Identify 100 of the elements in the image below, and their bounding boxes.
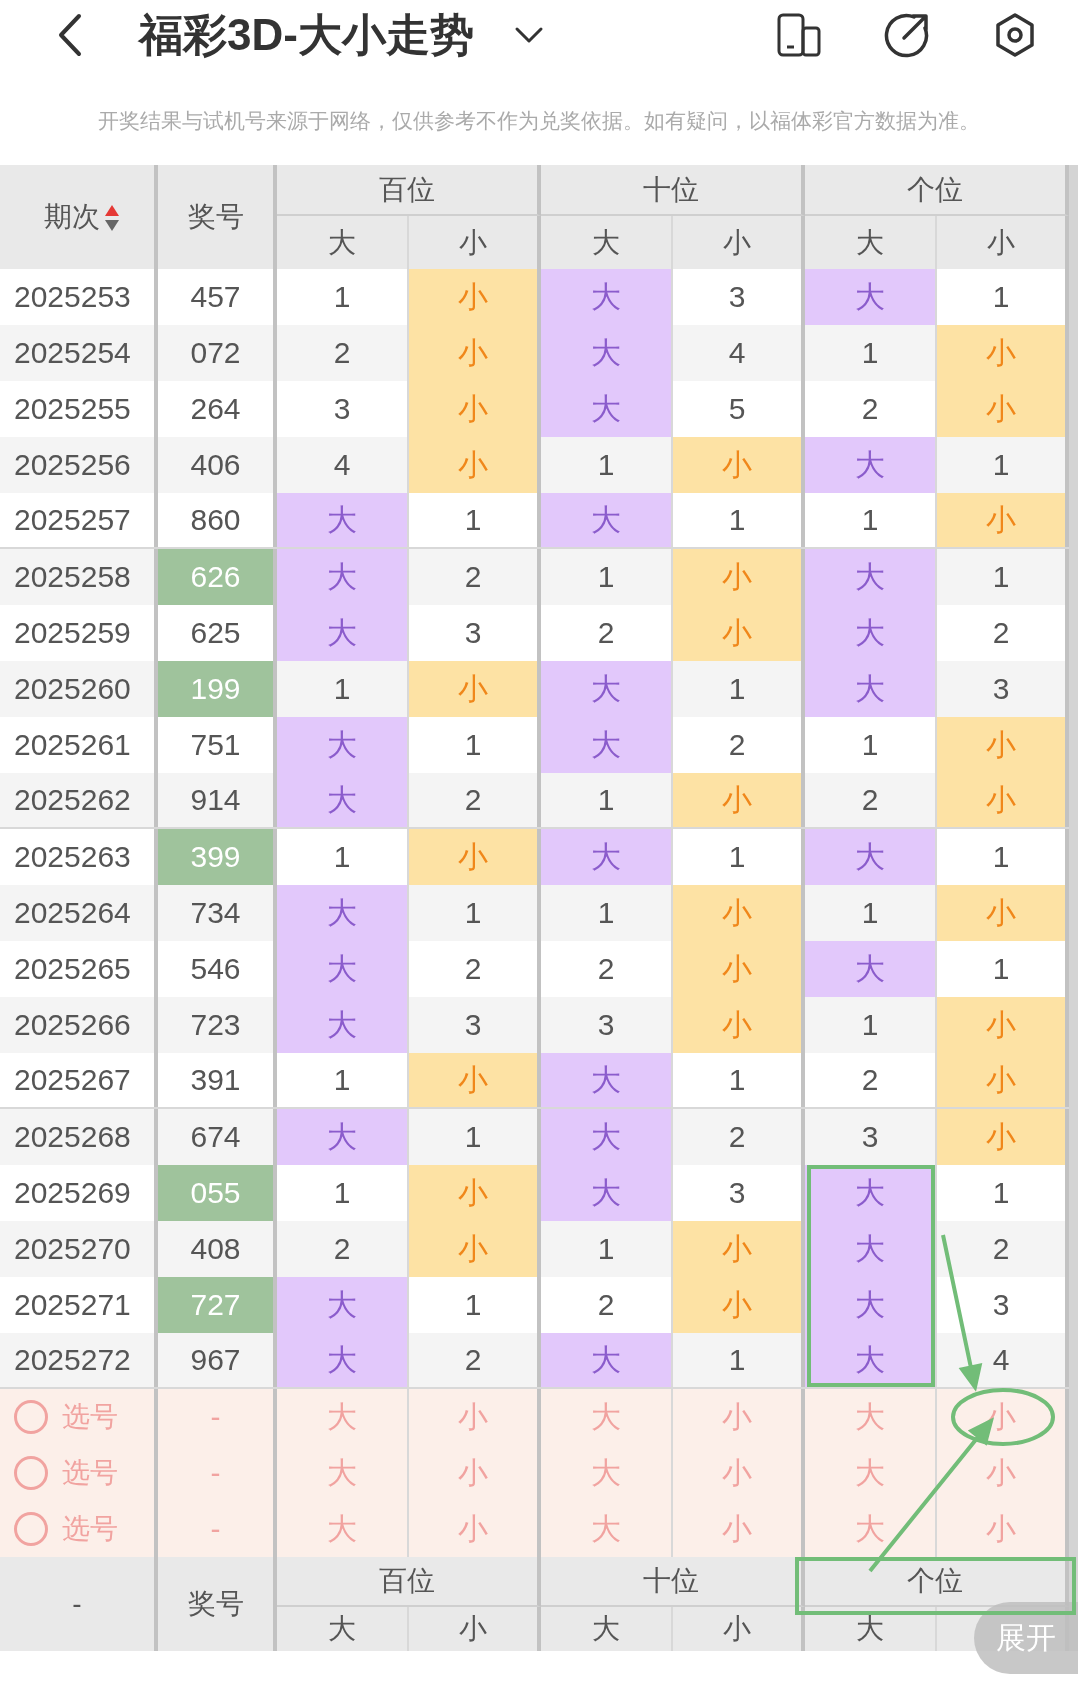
number-cell: 399: [158, 829, 277, 885]
pick-option[interactable]: 小: [409, 1445, 541, 1501]
table-cell: 小: [937, 493, 1069, 547]
column-header: 大: [541, 216, 673, 269]
table-cell: 大: [277, 605, 409, 661]
pick-option[interactable]: 小: [673, 1501, 805, 1557]
table-cell: 大: [541, 269, 673, 325]
table-cell: 小: [937, 381, 1069, 437]
device-icon[interactable]: [776, 12, 822, 58]
table-cell: 2: [409, 549, 541, 605]
table-cell: 大: [805, 1277, 937, 1333]
pick-option[interactable]: 大: [277, 1445, 409, 1501]
column-header: 小: [409, 216, 541, 269]
table-cell: 大: [805, 1221, 937, 1277]
disclaimer-text: 开奖结果与试机号来源于网络，仅供参考不作为兑奖依据。如有疑问，以福体彩官方数据为准。: [97, 107, 981, 134]
table-cell: 1: [409, 1109, 541, 1165]
table-cell: 大: [277, 549, 409, 605]
share-icon[interactable]: [884, 12, 930, 58]
table-cell: 大: [805, 549, 937, 605]
number-cell: 674: [158, 1109, 277, 1165]
table-cell: 大: [541, 717, 673, 773]
pick-option[interactable]: 大: [541, 1389, 673, 1445]
table-cell: 1: [541, 885, 673, 941]
table-cell: 小: [409, 325, 541, 381]
select-radio[interactable]: [14, 1400, 48, 1434]
column-group-header: 十位: [541, 1557, 805, 1607]
number-cell: 406: [158, 437, 277, 493]
table-cell: 4: [673, 325, 805, 381]
table-cell: 大: [277, 1277, 409, 1333]
dropdown-caret-icon[interactable]: [513, 25, 544, 45]
table-cell: -: [158, 1389, 277, 1445]
table-cell: 2: [277, 325, 409, 381]
number-cell: 199: [158, 661, 277, 717]
table-cell: 小: [937, 717, 1069, 773]
table-cell: 1: [541, 549, 673, 605]
pick-option[interactable]: 大: [805, 1501, 937, 1557]
pick-option[interactable]: 大: [277, 1389, 409, 1445]
table-cell: 1: [673, 661, 805, 717]
table-cell: 大: [277, 1109, 409, 1165]
table-cell: 大: [277, 885, 409, 941]
table-cell: 小: [673, 941, 805, 997]
pick-option[interactable]: 大: [805, 1445, 937, 1501]
column-header: 小: [409, 1607, 541, 1651]
table-cell: 大: [277, 941, 409, 997]
number-cell: 072: [158, 325, 277, 381]
table-cell: 大: [541, 1109, 673, 1165]
sort-icon[interactable]: [104, 203, 120, 233]
table-cell: 大: [541, 493, 673, 547]
pick-option[interactable]: 小: [937, 1445, 1069, 1501]
period-cell: 2025262: [0, 773, 158, 827]
period-cell: 2025254: [0, 325, 158, 381]
table-cell: 大: [541, 325, 673, 381]
pick-option[interactable]: 大: [541, 1445, 673, 1501]
column-group-header: 十位: [541, 165, 805, 216]
table-cell: 大: [805, 941, 937, 997]
pick-option[interactable]: 小: [937, 1501, 1069, 1557]
table-cell: 大: [277, 1333, 409, 1387]
select-radio[interactable]: [14, 1456, 48, 1490]
table-cell: 大: [277, 493, 409, 547]
select-radio[interactable]: [14, 1512, 48, 1546]
table-cell: 1: [805, 997, 937, 1053]
table-cell: 2: [409, 1333, 541, 1387]
table-cell: 3: [541, 997, 673, 1053]
table-cell: 大: [277, 773, 409, 827]
period-cell: 2025260: [0, 661, 158, 717]
expand-button[interactable]: 展开: [974, 1602, 1078, 1674]
table-cell: 小: [937, 885, 1069, 941]
number-cell: 626: [158, 549, 277, 605]
number-cell: 734: [158, 885, 277, 941]
table-cell: 大: [541, 1053, 673, 1107]
number-cell: 723: [158, 997, 277, 1053]
table-cell: 小: [937, 1053, 1069, 1107]
table-cell: 4: [277, 437, 409, 493]
pick-option[interactable]: 大: [277, 1501, 409, 1557]
pick-option[interactable]: 大: [805, 1389, 937, 1445]
pick-option[interactable]: 小: [409, 1501, 541, 1557]
table-cell: 大: [805, 437, 937, 493]
number-cell: 967: [158, 1333, 277, 1387]
pick-option[interactable]: 小: [673, 1389, 805, 1445]
table-cell: 大: [541, 381, 673, 437]
period-cell: 2025272: [0, 1333, 158, 1387]
table-cell: 小: [673, 885, 805, 941]
table-cell: 大: [805, 829, 937, 885]
pick-option[interactable]: 大: [541, 1501, 673, 1557]
table-cell: 1: [541, 1221, 673, 1277]
table-cell: 1: [541, 773, 673, 827]
column-header[interactable]: 期次: [44, 198, 100, 236]
table-cell: 小: [409, 437, 541, 493]
table-cell: 大: [277, 997, 409, 1053]
column-header: 小: [673, 216, 805, 269]
table-cell: 1: [937, 437, 1069, 493]
table-cell: 大: [277, 717, 409, 773]
pick-option[interactable]: 小: [409, 1389, 541, 1445]
table-cell: 小: [409, 1221, 541, 1277]
column-header: 小: [937, 216, 1069, 269]
table-cell: 3: [805, 1109, 937, 1165]
period-cell: 2025266: [0, 997, 158, 1053]
column-header: 小: [673, 1607, 805, 1651]
table-header-cell: 奖号: [158, 1557, 277, 1651]
pick-option[interactable]: 小: [673, 1445, 805, 1501]
